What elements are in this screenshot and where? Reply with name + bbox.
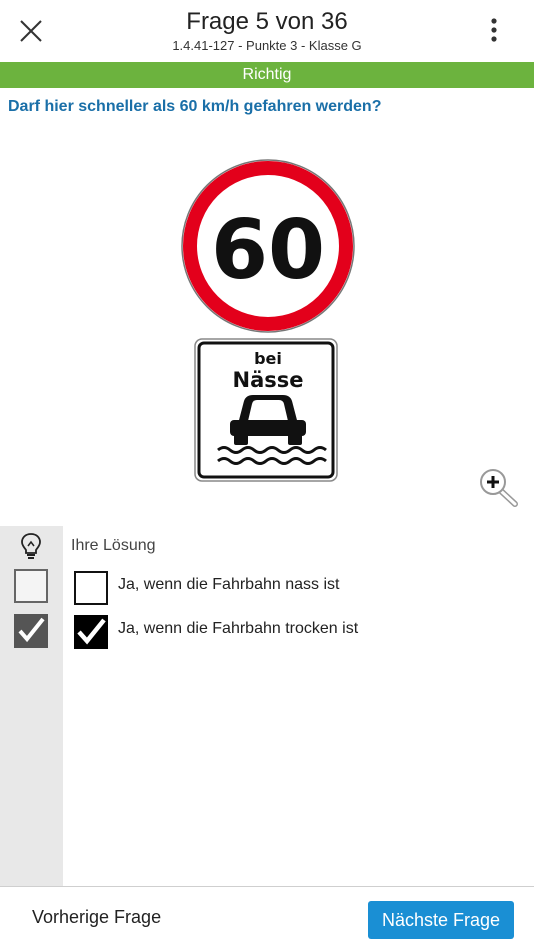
solution-label: Ihre Lösung (71, 537, 156, 554)
previous-question-button[interactable]: Vorherige Frage (32, 907, 161, 928)
speed-limit-number: 60 (211, 203, 325, 298)
answer-checkbox-2-checked[interactable] (74, 615, 108, 649)
correct-solution-box-2-checked (14, 614, 48, 648)
traffic-sign-image: 60 bei Nässe (181, 159, 355, 482)
header-bar: Frage 5 von 36 1.4.41-127 - Punkte 3 - K… (0, 0, 534, 62)
question-meta: 1.4.41-127 - Punkte 3 - Klasse G (172, 38, 362, 53)
answer-option-1-text[interactable]: Ja, wenn die Fahrbahn nass ist (118, 576, 339, 594)
next-question-button[interactable]: Nächste Frage (368, 901, 514, 939)
correct-solution-box-1 (14, 569, 48, 603)
result-status-banner: Richtig (0, 62, 534, 88)
answer-option-2-text[interactable]: Ja, wenn die Fahrbahn trocken ist (118, 620, 358, 638)
lightbulb-icon (21, 533, 41, 559)
more-vertical-icon[interactable] (484, 16, 504, 44)
plate-text-naesse: Nässe (233, 368, 304, 392)
question-text: Darf hier schneller als 60 km/h gefahren… (8, 98, 382, 115)
plate-text-bei: bei (254, 349, 282, 368)
footer-nav: Vorherige Frage Nächste Frage (0, 886, 534, 951)
page-title: Frage 5 von 36 (186, 8, 348, 35)
answer-checkbox-1[interactable] (74, 571, 108, 605)
answer-section: Ihre Lösung Ja, wenn die Fahrbahn nass i… (0, 526, 534, 886)
zoom-in-icon[interactable] (476, 466, 520, 510)
